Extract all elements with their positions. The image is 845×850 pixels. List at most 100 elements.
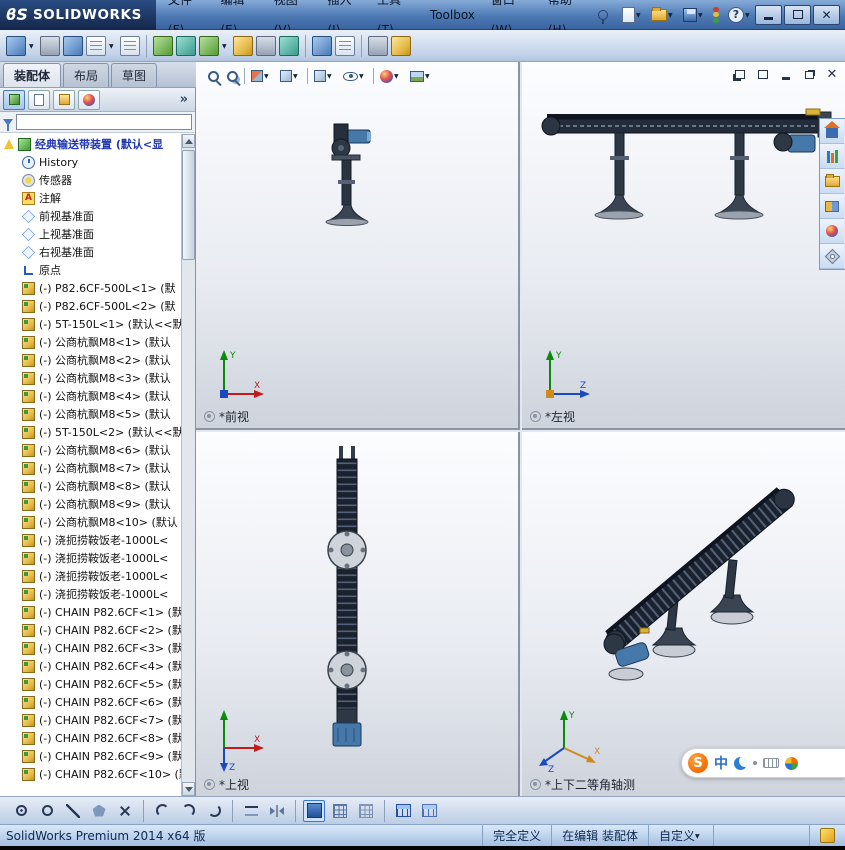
screen-capture-button[interactable]: [6, 35, 26, 56]
circle-tool-button[interactable]: [36, 800, 58, 822]
tree-item[interactable]: (-) 公商杭飘M8<5> (默认: [2, 405, 181, 423]
viewport-front[interactable]: Y X *前视: [196, 62, 520, 430]
tree-root-item[interactable]: 经典输送带装置 (默认<显: [2, 135, 181, 153]
shaded-sketch-contours-button[interactable]: [303, 799, 325, 822]
viewport-isometric[interactable]: Y X Z *上下二等角轴测: [522, 432, 845, 796]
feature-manager-tab[interactable]: [3, 89, 25, 110]
design-library-tab[interactable]: [820, 144, 844, 169]
property-manager-tab[interactable]: [28, 89, 50, 110]
appearances-tab[interactable]: [820, 219, 844, 244]
menu-item[interactable]: Toolbox: [422, 0, 483, 30]
ime-language-toggle[interactable]: 中: [714, 753, 728, 773]
scrollbar-thumb[interactable]: [182, 150, 195, 260]
tree-item[interactable]: 注解: [2, 189, 181, 207]
assembly-features-button[interactable]: [279, 35, 299, 56]
edit-appearance-button[interactable]: [378, 67, 404, 85]
tree-item[interactable]: (-) CHAIN P82.6CF<4> (默: [2, 657, 181, 675]
tile-windows-button[interactable]: [754, 67, 772, 82]
tree-item[interactable]: (-) 公商杭飘M8<6> (默认: [2, 441, 181, 459]
scroll-up-button[interactable]: [182, 134, 195, 148]
component-pattern-button[interactable]: [199, 35, 219, 56]
display-style-button[interactable]: [312, 67, 337, 85]
measure-button[interactable]: [368, 35, 388, 56]
tree-item[interactable]: (-) CHAIN P82.6CF<9> (默: [2, 747, 181, 765]
view-palette-tab[interactable]: [820, 194, 844, 219]
close-button[interactable]: ✕: [813, 4, 840, 25]
tree-item[interactable]: History: [2, 153, 181, 171]
section-view-button[interactable]: [249, 67, 274, 85]
insert-component-button[interactable]: [153, 35, 173, 56]
hide-show-items-button[interactable]: [341, 67, 369, 85]
tree-scrollbar[interactable]: [181, 134, 195, 796]
tree-item[interactable]: (-) 浇扼捞鞍饭老-1000L<: [2, 567, 181, 585]
offset-entities-button[interactable]: [240, 800, 262, 822]
cascade-windows-button[interactable]: [731, 67, 749, 82]
tree-item[interactable]: (-) P82.6CF-500L<1> (默: [2, 279, 181, 297]
tree-item[interactable]: (-) P82.6CF-500L<2> (默: [2, 297, 181, 315]
night-mode-icon[interactable]: [734, 756, 747, 770]
display-manager-tab[interactable]: [78, 89, 100, 110]
panel-tab[interactable]: 布局: [63, 63, 110, 87]
tree-item[interactable]: 传感器: [2, 171, 181, 189]
doc-minimize-button[interactable]: [777, 67, 795, 82]
tree-item[interactable]: (-) 5T-150L<1> (默认<<默: [2, 315, 181, 333]
tree-item[interactable]: (-) 公商杭飘M8<10> (默认: [2, 513, 181, 531]
trim-tool-button[interactable]: [114, 800, 136, 822]
design-table-button[interactable]: [392, 800, 414, 822]
save-button[interactable]: [681, 6, 708, 24]
three-point-arc-button[interactable]: [203, 800, 225, 822]
help-button[interactable]: ?: [726, 5, 755, 25]
minimize-button[interactable]: [755, 4, 782, 25]
tree-item[interactable]: (-) 5T-150L<2> (默认<<默: [2, 423, 181, 441]
point-tool-button[interactable]: [10, 800, 32, 822]
tree-item[interactable]: (-) 公商杭飘M8<3> (默认: [2, 369, 181, 387]
tangent-arc-button[interactable]: [177, 800, 199, 822]
snap-options-button[interactable]: [355, 800, 377, 822]
sogou-logo[interactable]: S: [688, 753, 708, 773]
zoom-area-button[interactable]: [225, 69, 240, 84]
tree-item[interactable]: (-) CHAIN P82.6CF<8> (默: [2, 729, 181, 747]
tree-item[interactable]: (-) CHAIN P82.6CF<5> (默: [2, 675, 181, 693]
equations-table-button[interactable]: [418, 800, 440, 822]
tree-item[interactable]: (-) CHAIN P82.6CF<2> (默: [2, 621, 181, 639]
tree-item[interactable]: 前视基准面: [2, 207, 181, 225]
ime-toolbox-icon[interactable]: [785, 756, 798, 770]
move-component-button[interactable]: [256, 35, 276, 56]
line-tool-button[interactable]: [62, 800, 84, 822]
apply-scene-button[interactable]: [408, 67, 435, 85]
tree-filter-input[interactable]: [16, 114, 192, 130]
panel-tab[interactable]: 装配体: [3, 63, 62, 87]
edit-sketch-button[interactable]: [86, 35, 106, 56]
custom-properties-tab[interactable]: [820, 244, 844, 269]
tree-item[interactable]: 上视基准面: [2, 225, 181, 243]
print-preview-button[interactable]: [120, 35, 140, 56]
tree-item[interactable]: 右视基准面: [2, 243, 181, 261]
view-orientation-button[interactable]: [278, 67, 303, 85]
panel-overflow-chevron[interactable]: »: [180, 92, 192, 107]
smart-fasteners-button[interactable]: [233, 35, 253, 56]
file-explorer-tab[interactable]: [820, 169, 844, 194]
resources-tab[interactable]: [820, 119, 844, 144]
customize-button[interactable]: 自定义: [647, 825, 713, 846]
tree-item[interactable]: (-) 浇扼捞鞍饭老-1000L<: [2, 531, 181, 549]
open-button[interactable]: [649, 6, 678, 24]
quick-tips-button[interactable]: [809, 825, 845, 846]
viewport-top[interactable]: X Z *上视: [196, 432, 520, 796]
soft-keyboard-icon[interactable]: [763, 758, 779, 768]
filter-funnel-icon[interactable]: [3, 118, 13, 131]
tree-item[interactable]: (-) CHAIN P82.6CF<3> (默: [2, 639, 181, 657]
tree-item[interactable]: (-) CHAIN P82.6CF<6> (默: [2, 693, 181, 711]
mirror-entities-button[interactable]: [266, 800, 288, 822]
tree-item[interactable]: (-) 公商杭飘M8<8> (默认: [2, 477, 181, 495]
scroll-down-button[interactable]: [182, 782, 195, 796]
tree-item[interactable]: (-) CHAIN P82.6CF<7> (默: [2, 711, 181, 729]
zoom-fit-button[interactable]: [206, 69, 221, 84]
select-columns-button[interactable]: [63, 35, 83, 56]
viewport-left[interactable]: Y Z *左视: [522, 62, 845, 430]
options-button[interactable]: [711, 4, 723, 26]
doc-restore-button[interactable]: [800, 67, 818, 82]
new-document-button[interactable]: [620, 5, 646, 25]
tree-item[interactable]: (-) 公商杭飘M8<2> (默认: [2, 351, 181, 369]
polygon-tool-button[interactable]: [88, 800, 110, 822]
tree-item[interactable]: (-) 公商杭飘M8<7> (默认: [2, 459, 181, 477]
